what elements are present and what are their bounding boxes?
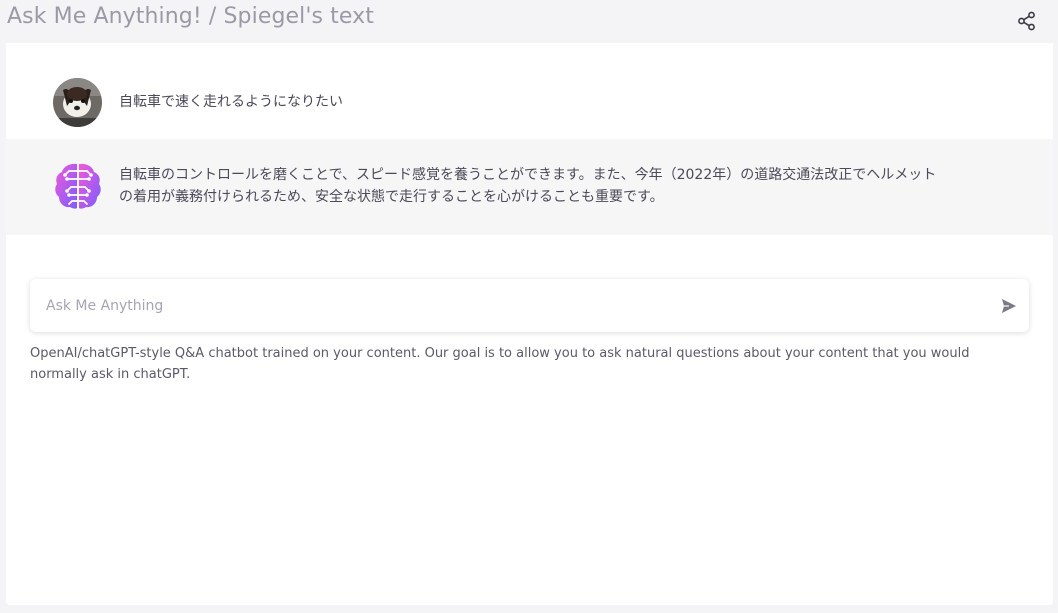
share-button[interactable] bbox=[1016, 10, 1038, 32]
question-input-box bbox=[30, 279, 1029, 332]
bot-message-line-1: 自転車のコントロールを磨くことで、スピード感覚を養うことができます。また、今年（… bbox=[119, 167, 937, 183]
send-icon bbox=[1002, 299, 1016, 313]
bot-message-row: 自転車のコントロールを磨くことで、スピード感覚を養うことができます。また、今年（… bbox=[6, 139, 1053, 235]
bot-message-text: 自転車のコントロールを磨くことで、スピード感覚を養うことができます。また、今年（… bbox=[119, 164, 936, 208]
user-avatar bbox=[53, 78, 102, 127]
user-message-text: 自転車で速く走れるようになりたい bbox=[119, 94, 343, 110]
dog-avatar-icon bbox=[53, 78, 102, 127]
share-icon bbox=[1018, 11, 1035, 31]
send-button[interactable] bbox=[1000, 297, 1018, 315]
bot-message-line-2: の着用が義務付けられるため、安全な状態で走行することを心がけることも重要です。 bbox=[119, 189, 664, 205]
user-message-row: 自転車で速く走れるようになりたい bbox=[6, 43, 1053, 139]
top-bar: Ask Me Anything! / Spiegel's text bbox=[0, 0, 1058, 40]
question-input[interactable] bbox=[46, 279, 986, 332]
page-title: Ask Me Anything! / Spiegel's text bbox=[7, 4, 374, 29]
brain-icon bbox=[55, 163, 101, 209]
chat-panel: 自転車で速く走れるようになりたい 自転車のコントロールを磨くことで、スピード感覚… bbox=[6, 43, 1053, 605]
bot-avatar bbox=[53, 161, 103, 211]
footnote-text: OpenAI/chatGPT-style Q&A chatbot trained… bbox=[30, 346, 970, 382]
